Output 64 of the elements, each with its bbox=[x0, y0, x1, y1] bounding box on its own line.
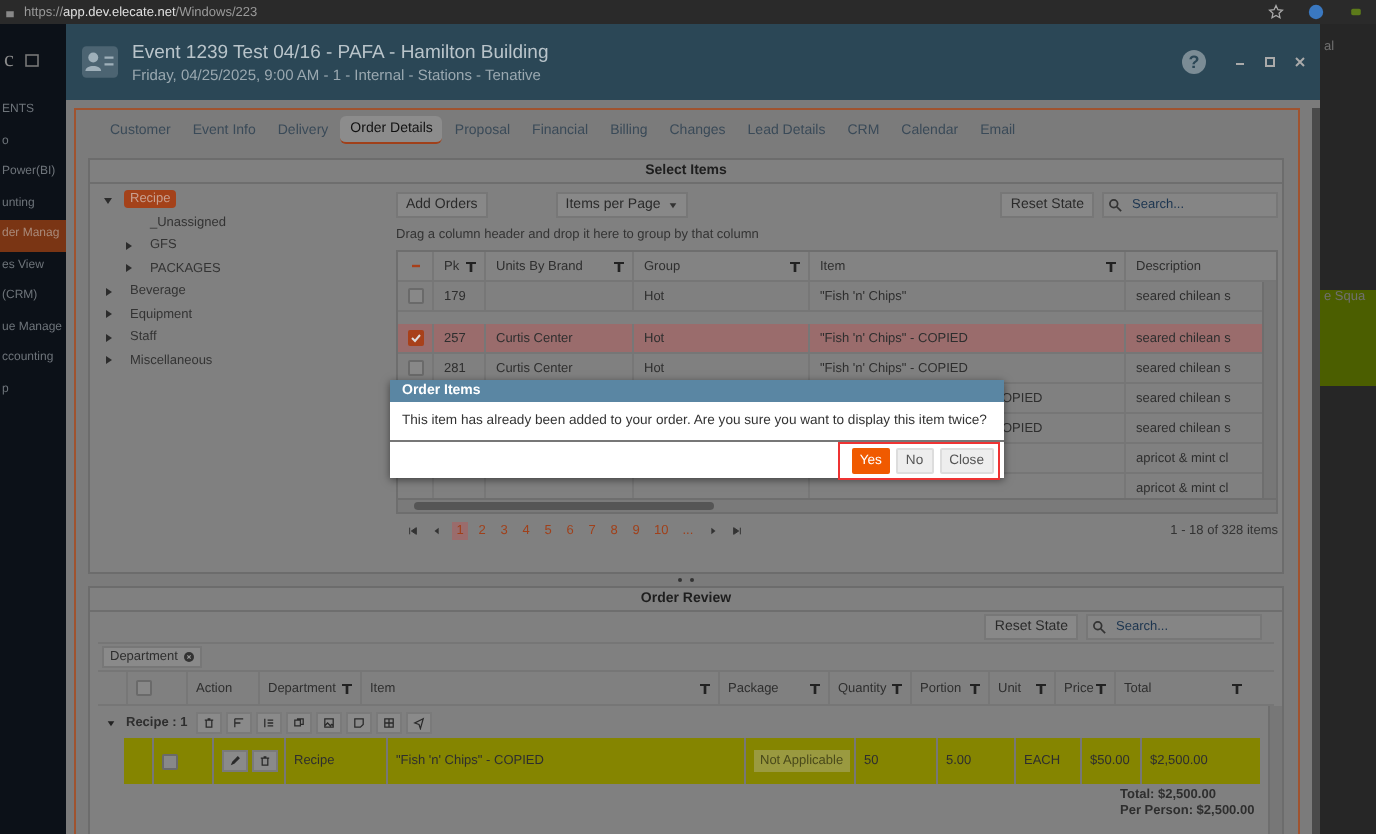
toolbar-button[interactable] bbox=[225, 711, 252, 733]
grid-icon bbox=[381, 715, 396, 729]
filter-icon[interactable] bbox=[1036, 683, 1046, 693]
collapsed-arrow-icon[interactable] bbox=[102, 354, 114, 367]
expanded-arrow-icon[interactable] bbox=[106, 717, 116, 727]
window-scrollbar[interactable] bbox=[1312, 108, 1320, 834]
note-icon bbox=[351, 715, 366, 729]
profile-icon[interactable] bbox=[1308, 4, 1324, 20]
filter-icon[interactable] bbox=[614, 261, 624, 271]
filter-icon[interactable] bbox=[892, 683, 902, 693]
window-title: Event 1239 Test 04/16 - PAFA - Hamilton Building bbox=[132, 41, 551, 63]
send-icon bbox=[411, 715, 426, 729]
filter-icon[interactable] bbox=[1096, 683, 1106, 693]
pencil-icon bbox=[228, 754, 242, 768]
filter-icon[interactable] bbox=[700, 683, 710, 693]
collapsed-arrow-icon[interactable] bbox=[102, 308, 114, 321]
last-page-icon[interactable] bbox=[731, 525, 742, 535]
select-all-checkbox[interactable] bbox=[136, 680, 152, 696]
logo-text: c bbox=[4, 48, 14, 72]
delete-button[interactable] bbox=[252, 750, 278, 772]
filter-icon[interactable] bbox=[466, 261, 476, 271]
first-page-icon[interactable] bbox=[408, 525, 418, 535]
splitter-handle-icon[interactable] bbox=[674, 576, 698, 584]
row-checkbox[interactable] bbox=[407, 288, 423, 304]
help-button[interactable]: ? bbox=[1182, 50, 1206, 74]
collapsed-arrow-icon[interactable] bbox=[122, 239, 134, 252]
search-icon bbox=[1092, 620, 1106, 634]
toolbar-button[interactable] bbox=[345, 711, 372, 733]
trash-icon bbox=[201, 715, 216, 729]
collapsed-arrow-icon[interactable] bbox=[122, 262, 134, 275]
edit-button[interactable] bbox=[222, 750, 248, 772]
toolbar-button[interactable] bbox=[195, 711, 222, 733]
filter-icon[interactable] bbox=[790, 261, 800, 271]
remove-icon[interactable] bbox=[183, 652, 194, 662]
collapsed-arrow-icon[interactable] bbox=[102, 331, 114, 344]
toolbar-button[interactable] bbox=[255, 711, 282, 733]
search-icon bbox=[1108, 197, 1122, 211]
row-checkbox[interactable] bbox=[407, 360, 423, 376]
toolbar-button[interactable] bbox=[375, 711, 402, 733]
row-checkbox[interactable] bbox=[407, 330, 423, 346]
next-page-icon[interactable] bbox=[707, 525, 718, 535]
filter-icon[interactable] bbox=[342, 683, 352, 693]
caret-icon bbox=[668, 199, 679, 209]
filter-icon[interactable] bbox=[1232, 683, 1242, 693]
expanded-arrow-icon[interactable] bbox=[102, 193, 114, 206]
list-icon bbox=[261, 715, 276, 729]
close-icon[interactable] bbox=[1292, 54, 1308, 70]
row-checkbox[interactable] bbox=[162, 753, 178, 769]
star-icon[interactable] bbox=[1268, 4, 1284, 20]
filter-icon[interactable] bbox=[970, 683, 980, 693]
previous-page-icon[interactable] bbox=[432, 525, 442, 535]
contact-card-icon bbox=[82, 46, 118, 78]
toolbar-button[interactable] bbox=[405, 711, 432, 733]
trash-icon bbox=[258, 754, 272, 768]
horizontal-scrollbar[interactable] bbox=[398, 498, 1276, 512]
maximize-icon[interactable] bbox=[1262, 54, 1278, 70]
scrollbar[interactable] bbox=[1262, 282, 1276, 498]
filter-icon[interactable] bbox=[810, 683, 820, 693]
copy-icon bbox=[291, 715, 306, 729]
toolbar-button[interactable] bbox=[285, 711, 312, 733]
collapsed-arrow-icon[interactable] bbox=[102, 285, 114, 298]
toolbar-button[interactable] bbox=[315, 711, 342, 733]
image-icon bbox=[321, 715, 336, 729]
filter-icon[interactable] bbox=[1106, 261, 1116, 271]
